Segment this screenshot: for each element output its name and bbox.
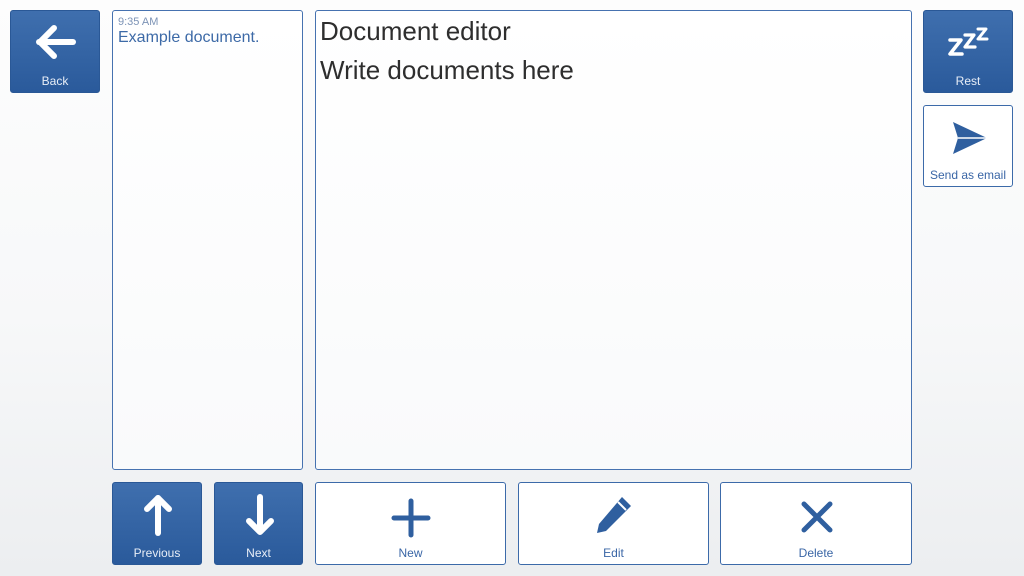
next-label: Next bbox=[246, 546, 271, 560]
paper-plane-icon bbox=[951, 120, 989, 156]
previous-button[interactable]: Previous bbox=[112, 482, 202, 565]
delete-label: Delete bbox=[798, 546, 834, 560]
plus-icon bbox=[391, 498, 431, 538]
edit-button[interactable]: Edit bbox=[518, 482, 709, 565]
delete-button[interactable]: Delete bbox=[720, 482, 912, 565]
back-button[interactable]: Back bbox=[10, 10, 100, 93]
send-as-email-label: Send as email bbox=[929, 168, 1007, 182]
pencil-icon bbox=[594, 494, 634, 536]
arrow-down-icon bbox=[245, 494, 275, 536]
next-button[interactable]: Next bbox=[214, 482, 303, 565]
arrow-up-icon bbox=[143, 494, 173, 536]
close-x-icon bbox=[800, 500, 834, 534]
document-editor[interactable]: Document editor Write documents here bbox=[315, 10, 912, 470]
rest-label: Rest bbox=[955, 74, 981, 88]
new-button[interactable]: New bbox=[315, 482, 506, 565]
edit-label: Edit bbox=[603, 546, 624, 560]
editor-line: Document editor bbox=[320, 16, 511, 46]
arrow-left-icon bbox=[36, 25, 76, 59]
previous-label: Previous bbox=[133, 546, 181, 560]
send-as-email-button[interactable]: Send as email bbox=[923, 105, 1013, 187]
sleep-zzz-icon bbox=[948, 26, 990, 58]
list-item[interactable]: 9:35 AM Example document. bbox=[118, 16, 297, 47]
document-timestamp: 9:35 AM bbox=[118, 16, 159, 28]
rest-button[interactable]: Rest bbox=[923, 10, 1013, 93]
new-label: New bbox=[398, 546, 423, 560]
editor-line: Write documents here bbox=[320, 55, 574, 85]
back-label: Back bbox=[41, 74, 69, 88]
document-list: 9:35 AM Example document. bbox=[112, 10, 303, 470]
document-title: Example document. bbox=[118, 29, 260, 46]
